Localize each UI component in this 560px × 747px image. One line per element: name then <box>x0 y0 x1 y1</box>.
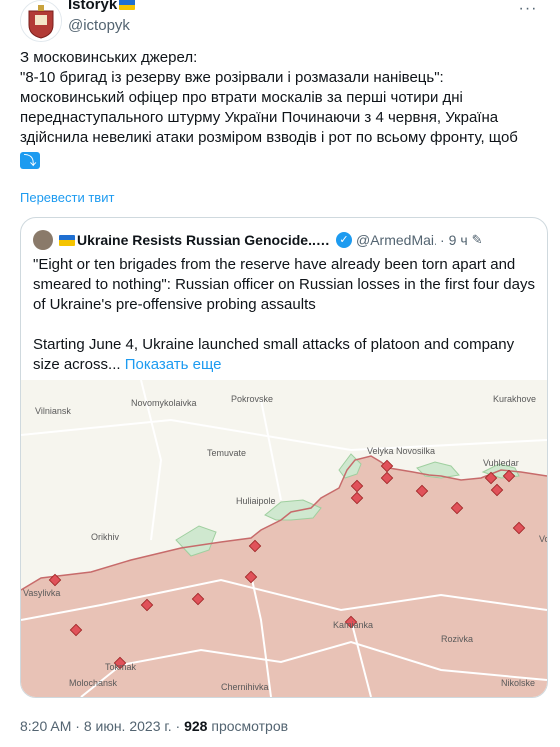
ukraine-flag-icon <box>119 0 136 10</box>
quote-text: "Eight or ten brigades from the reserve … <box>33 256 535 373</box>
tweet-header: Istoryk @ictopyk ··· <box>20 0 540 44</box>
show-more-link[interactable]: Показать еще <box>125 356 222 373</box>
map-label-rozivka: Rozivka <box>441 634 473 644</box>
quote-handle[interactable]: @ArmedMai... <box>356 232 436 248</box>
map-label-huliaipole: Huliaipole <box>236 496 276 506</box>
views-label: просмотров <box>211 718 289 734</box>
verified-badge-icon: ✓ <box>336 232 352 248</box>
author-handle[interactable]: @ictopyk <box>68 17 130 34</box>
tweet-body: З московинських джерел: "8-10 бригад із … <box>20 48 540 169</box>
tweet-text: З московинських джерел: "8-10 бригад із … <box>20 49 518 146</box>
quote-display-name[interactable]: Ukraine Resists Russian Genocide... Yeah… <box>77 232 332 248</box>
tweet-date[interactable]: 8 июн. 2023 г. <box>84 718 172 734</box>
map-label-vuhledar: Vuhledar <box>483 458 519 468</box>
author-display-name[interactable]: Istoryk <box>68 0 117 13</box>
ukraine-flag-icon <box>59 234 75 246</box>
map-label-vo: Vo <box>539 534 547 544</box>
map-label-nikolske: Nikolske <box>501 678 535 688</box>
quote-time[interactable]: 9 ч <box>449 232 468 248</box>
map-label-orikhiv: Orikhiv <box>91 532 120 542</box>
quote-header: Ukraine Resists Russian Genocide... Yeah… <box>33 230 538 250</box>
map-label-pokrovske: Pokrovske <box>231 394 273 404</box>
map-label-vilniansk: Vilniansk <box>35 406 71 416</box>
map-label-kurakhove: Kurakhove <box>493 394 536 404</box>
map-label-kamianka: Kamianka <box>333 620 373 630</box>
separator-dot: · <box>440 232 445 248</box>
translate-link[interactable]: Перевести твит <box>20 190 114 205</box>
quoted-tweet[interactable]: Ukraine Resists Russian Genocide... Yeah… <box>20 217 548 698</box>
author-avatar[interactable] <box>20 0 62 42</box>
footer-separator: · <box>75 718 80 734</box>
edit-pencil-icon: ✎ <box>471 232 483 247</box>
quote-avatar[interactable] <box>33 230 53 250</box>
map-label-chernihivka: Chernihivka <box>221 682 269 692</box>
quote-body: "Eight or ten brigades from the reserve … <box>33 255 538 375</box>
map-label-novomykolaivka: Novomykolaivka <box>131 398 197 408</box>
map-label-temuvate: Temuvate <box>207 448 246 458</box>
expand-arrow-icon[interactable]: ⤵ <box>20 152 40 169</box>
tweet-footer: 8:20 AM · 8 июн. 2023 г. · 928 просмотро… <box>20 718 288 734</box>
footer-separator-2: · <box>175 718 181 734</box>
map-label-tokmak: Tokmak <box>105 662 137 672</box>
map-label-vasylivka: Vasylivka <box>23 588 60 598</box>
tweet-time[interactable]: 8:20 AM <box>20 718 71 734</box>
front-line-map[interactable]: Vilniansk Novomykolaivka Pokrovske Kurak… <box>21 380 547 697</box>
more-options-icon[interactable]: ··· <box>516 0 540 20</box>
map-label-velyka-novosilka: Velyka Novosilka <box>367 446 435 456</box>
views-count: 928 <box>184 718 208 734</box>
map-label-molochansk: Molochansk <box>69 678 118 688</box>
